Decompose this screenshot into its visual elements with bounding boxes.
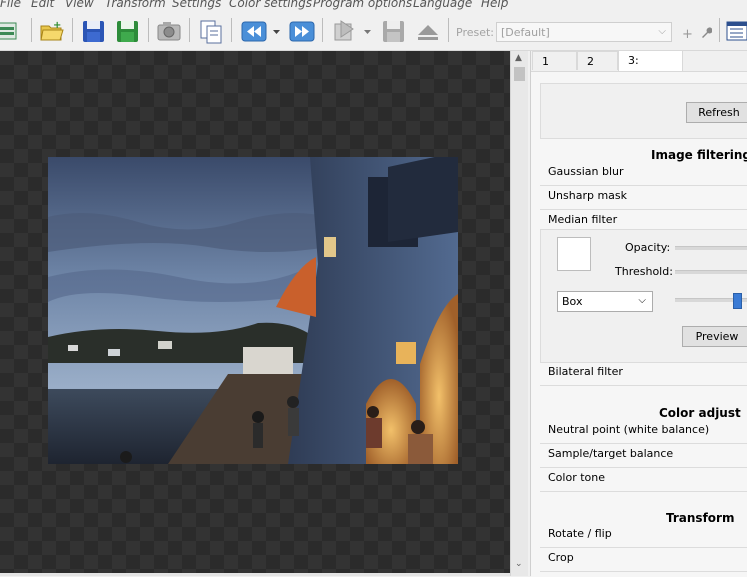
svg-text:+: + bbox=[53, 20, 61, 31]
previous-image-icon[interactable] bbox=[240, 17, 268, 45]
threshold-slider[interactable] bbox=[675, 270, 747, 274]
panel-body: Refresh Image filtering Gaussian blur Un… bbox=[531, 71, 747, 577]
next-image-icon[interactable] bbox=[288, 17, 316, 45]
preview-button[interactable]: Preview bbox=[682, 326, 747, 347]
scrollbar-thumb[interactable] bbox=[514, 67, 525, 81]
transform-heading: Transform bbox=[666, 511, 735, 525]
strength-slider-thumb[interactable] bbox=[733, 293, 742, 309]
photo-preview bbox=[48, 157, 458, 464]
scroll-up-icon[interactable]: ▲ bbox=[515, 53, 522, 63]
toolbar-separator bbox=[31, 18, 32, 42]
vertical-scrollbar[interactable]: ▲ ⌄ bbox=[510, 51, 528, 576]
menu-file[interactable]: File bbox=[0, 0, 21, 10]
chevron-down-icon: ⌵ bbox=[658, 26, 666, 37]
opacity-slider[interactable] bbox=[675, 246, 747, 250]
crop-section[interactable]: Crop bbox=[548, 551, 574, 564]
scroll-down-icon[interactable]: ⌄ bbox=[515, 559, 523, 569]
opacity-label: Opacity: bbox=[625, 241, 671, 254]
menu-program-options[interactable]: Program options bbox=[313, 0, 412, 10]
save-disabled-icon[interactable] bbox=[380, 17, 408, 45]
menu-color-settings[interactable]: Color settings bbox=[229, 0, 312, 10]
tab-1[interactable]: 1 bbox=[532, 51, 577, 70]
gaussian-blur-section[interactable]: Gaussian blur bbox=[548, 165, 624, 178]
panel-layout-icon[interactable] bbox=[725, 17, 747, 45]
open-folder-icon[interactable]: + bbox=[38, 17, 66, 45]
new-image-icon[interactable] bbox=[0, 17, 28, 45]
threshold-label: Threshold: bbox=[615, 265, 673, 278]
menu-view[interactable]: View bbox=[65, 0, 94, 10]
toolbar: + Preset: [Default] ⌵ + bbox=[0, 12, 747, 51]
rotate-flip-section[interactable]: Rotate / flip bbox=[548, 527, 612, 540]
color-tone-section[interactable]: Color tone bbox=[548, 471, 605, 484]
toolbar-separator bbox=[448, 18, 449, 42]
divider bbox=[540, 443, 747, 444]
divider bbox=[540, 209, 747, 210]
save-icon[interactable] bbox=[80, 17, 108, 45]
toolbar-separator bbox=[189, 18, 190, 42]
previous-dropdown-icon[interactable] bbox=[270, 17, 284, 45]
menu-edit[interactable]: Edit bbox=[31, 0, 54, 10]
divider bbox=[540, 385, 747, 386]
batch-process-icon[interactable] bbox=[155, 17, 183, 45]
toolbar-separator bbox=[148, 18, 149, 42]
preset-select[interactable]: [Default] ⌵ bbox=[496, 22, 672, 42]
save-as-icon[interactable] bbox=[114, 17, 142, 45]
toolbar-separator bbox=[72, 18, 73, 42]
process-icon[interactable] bbox=[331, 17, 359, 45]
tab-2[interactable]: 2 bbox=[577, 51, 618, 70]
divider bbox=[540, 467, 747, 468]
process-panel: 1 2 3: Process Refresh Image filtering G… bbox=[530, 50, 747, 577]
median-filter-section[interactable]: Median filter bbox=[548, 213, 617, 226]
divider bbox=[540, 571, 747, 572]
menu-bar: File Edit View Transform Settings Color … bbox=[0, 0, 747, 12]
refresh-button[interactable]: Refresh bbox=[686, 102, 747, 123]
neutral-point-section[interactable]: Neutral point (white balance) bbox=[548, 423, 709, 436]
image-filtering-heading: Image filtering bbox=[651, 148, 747, 162]
preset-value: [Default] bbox=[501, 26, 550, 39]
menu-settings[interactable]: Settings bbox=[172, 0, 221, 10]
toolbar-separator bbox=[322, 18, 323, 42]
process-dropdown-icon[interactable] bbox=[361, 17, 375, 45]
menu-transform[interactable]: Transform bbox=[105, 0, 166, 10]
add-preset-icon[interactable]: + bbox=[682, 27, 693, 42]
color-swatch[interactable] bbox=[557, 237, 591, 271]
filter-type-value: Box bbox=[562, 295, 583, 308]
copy-icon[interactable] bbox=[197, 17, 225, 45]
divider bbox=[540, 491, 747, 492]
menu-language[interactable]: Language bbox=[413, 0, 472, 10]
toolbar-separator bbox=[719, 18, 720, 42]
unsharp-mask-section[interactable]: Unsharp mask bbox=[548, 189, 627, 202]
divider bbox=[540, 185, 747, 186]
tab-process[interactable]: 3: Process bbox=[618, 50, 683, 86]
image-canvas[interactable] bbox=[0, 51, 510, 576]
chevron-down-icon: ⌵ bbox=[638, 295, 646, 306]
preset-label: Preset: bbox=[456, 26, 495, 39]
toolbar-separator bbox=[231, 18, 232, 42]
bilateral-filter-section[interactable]: Bilateral filter bbox=[548, 365, 623, 378]
menu-help[interactable]: Help bbox=[481, 0, 508, 10]
divider bbox=[540, 547, 747, 548]
eject-icon[interactable] bbox=[414, 17, 442, 45]
sample-target-section[interactable]: Sample/target balance bbox=[548, 447, 673, 460]
wrench-icon[interactable] bbox=[700, 27, 713, 42]
color-adjust-heading: Color adjust bbox=[659, 406, 741, 420]
filter-type-select[interactable]: Box ⌵ bbox=[557, 291, 653, 312]
